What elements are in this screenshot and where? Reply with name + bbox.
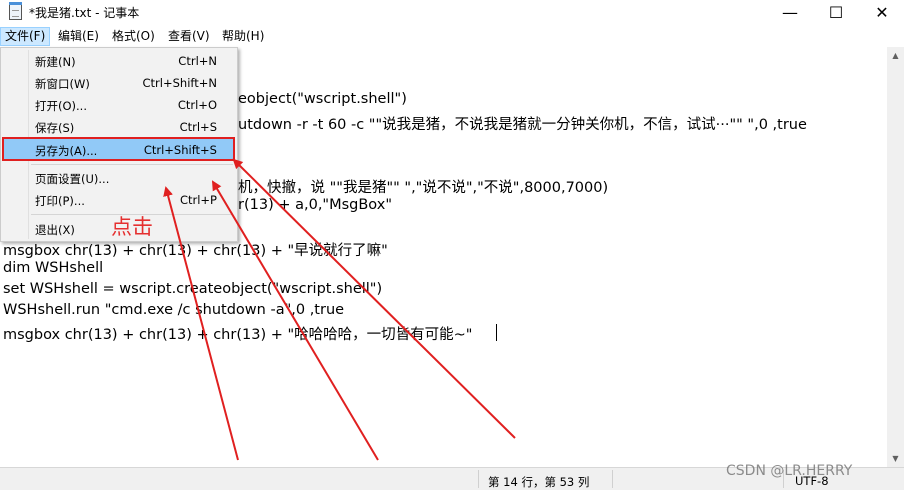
arrow-1: [163, 186, 239, 461]
arrow-3: [232, 158, 516, 439]
annotation-arrows: [163, 158, 516, 461]
arrow-2: [211, 180, 379, 461]
